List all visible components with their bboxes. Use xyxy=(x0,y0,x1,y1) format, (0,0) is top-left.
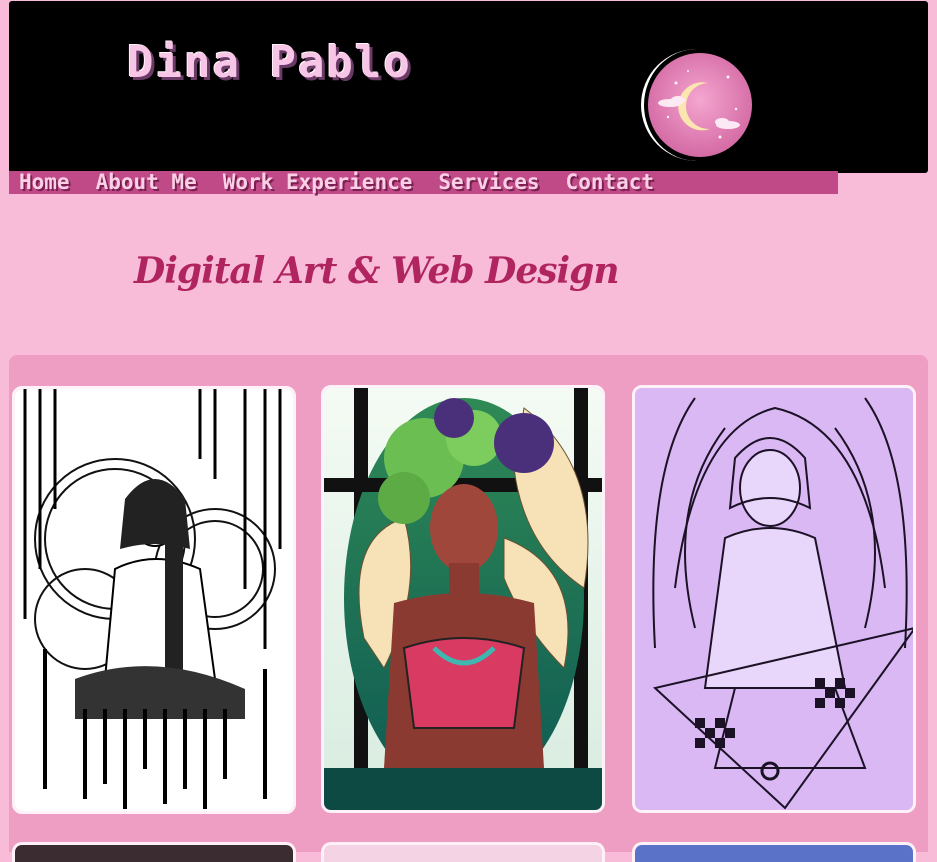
artwork-card-cellist[interactable] xyxy=(12,386,296,814)
nav-work-experience[interactable]: Work Experience xyxy=(213,171,423,194)
nav-about-me[interactable]: About Me xyxy=(86,171,207,194)
page-subtitle: Digital Art & Web Design xyxy=(134,250,620,292)
nav-contact[interactable]: Contact xyxy=(556,171,665,194)
artwork-image xyxy=(15,389,293,811)
artwork-image xyxy=(324,388,602,810)
moon-icon xyxy=(648,53,752,157)
artwork-card-lilies[interactable] xyxy=(321,385,605,813)
site-title: Dina Pablo xyxy=(127,37,412,88)
site-header: Dina Pablo xyxy=(9,1,928,173)
artwork-card-winged-maid[interactable] xyxy=(632,385,916,813)
artwork-card-4[interactable] xyxy=(12,842,296,862)
artwork-card-6[interactable] xyxy=(632,842,916,862)
main-navigation: Home About Me Work Experience Services C… xyxy=(9,171,838,194)
nav-services[interactable]: Services xyxy=(428,171,549,194)
artwork-card-5[interactable] xyxy=(321,842,605,862)
crescent-moon-logo[interactable] xyxy=(641,49,753,161)
artwork-image xyxy=(635,388,913,810)
nav-home[interactable]: Home xyxy=(9,171,80,194)
